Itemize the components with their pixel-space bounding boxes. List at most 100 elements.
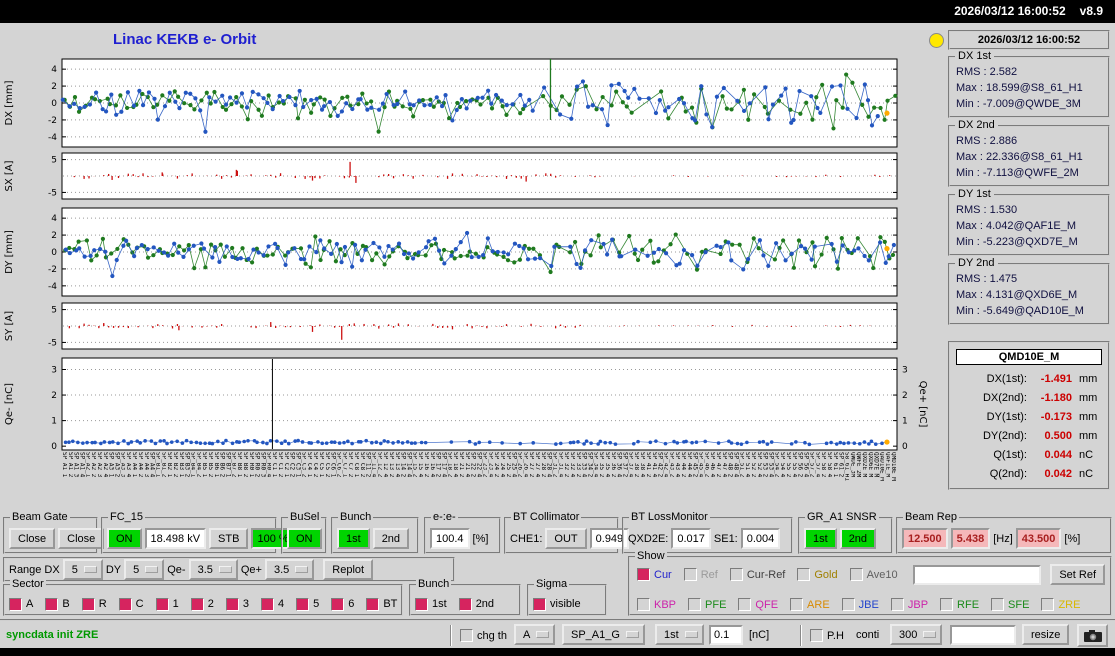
- group-label: GR_A1 SNSR: [805, 511, 879, 523]
- bpm-label: SP_26_2: [517, 452, 523, 478]
- fc15-on-button[interactable]: ON: [107, 528, 142, 549]
- range-dy-select[interactable]: 5: [124, 559, 165, 580]
- checkbox-label: 1st: [432, 598, 447, 610]
- checkbox-jbe[interactable]: JBE: [841, 598, 879, 611]
- checkbox-3[interactable]: 3: [225, 597, 249, 611]
- checkbox-label: Ref: [700, 568, 718, 581]
- ee-ratio-display: 100.4: [430, 528, 470, 549]
- fc15-stb-button[interactable]: STB: [209, 528, 249, 549]
- checkbox-qfe[interactable]: QFE: [738, 598, 778, 611]
- resize-button[interactable]: resize: [1022, 624, 1070, 645]
- checkbox-b[interactable]: B: [45, 597, 70, 611]
- checkbox-ref[interactable]: Ref: [683, 568, 718, 581]
- bpm-label: QXD6E_M: [867, 452, 873, 478]
- range-qem-select[interactable]: 3.5: [188, 559, 238, 580]
- range-dx-select[interactable]: 5: [62, 559, 103, 580]
- snsr-2nd-button[interactable]: 2nd: [839, 528, 877, 549]
- checkbox-2nd[interactable]: 2nd: [458, 597, 494, 611]
- beam-gate-close-button-2[interactable]: Close: [58, 528, 105, 549]
- sector-checkboxes: A B R C 1 2 3 4 5 6 BT: [9, 596, 398, 612]
- che1-out-button[interactable]: OUT: [545, 528, 587, 549]
- checkbox-label: 2: [207, 598, 214, 610]
- bpm-label: SP_44_4: [686, 452, 692, 478]
- checkbox-gold[interactable]: Gold: [797, 568, 838, 581]
- threshold-input[interactable]: [709, 625, 743, 645]
- checkbox-2[interactable]: 2: [190, 597, 214, 611]
- stat-box-title: DX 1st: [955, 50, 995, 62]
- bpm-label: SP_27_4: [534, 452, 540, 478]
- snsr-1st-button[interactable]: 1st: [804, 528, 837, 549]
- beam-gate-close-button-1[interactable]: Close: [9, 528, 56, 549]
- bpm-label: SP_23_4: [488, 452, 494, 478]
- range-dy-label: DY: [105, 563, 122, 576]
- range-qep-select[interactable]: 3.5: [264, 559, 315, 580]
- checkbox-zre[interactable]: ZRE: [1041, 598, 1080, 611]
- bpm-label: SP_B6_2: [219, 452, 225, 478]
- fc15-group: FC_15 ON 18.498 kV STB 100 %: [101, 511, 295, 554]
- bpm-label: SP_15_4: [418, 452, 424, 478]
- checkbox-cur-ref[interactable]: Cur-Ref: [729, 568, 785, 581]
- busel-on-button[interactable]: ON: [287, 528, 322, 549]
- stat-min-line: Min : -5.223@QXD7E_M: [956, 236, 1078, 248]
- checkbox-jbp[interactable]: JBP: [890, 598, 928, 611]
- checkbox-rfe[interactable]: RFE: [940, 598, 979, 611]
- interval-select[interactable]: 300: [890, 624, 943, 645]
- fc15-kv-display: 18.498 kV: [144, 528, 207, 549]
- stat-rms-line: RMS : 2.886: [956, 135, 1018, 147]
- ref-file-input[interactable]: [913, 564, 1042, 585]
- conti-toggle[interactable]: conti: [856, 629, 879, 641]
- checkbox-cur[interactable]: Cur: [637, 568, 672, 581]
- bpm-label: SP_37_2: [622, 452, 628, 478]
- set-ref-button[interactable]: Set Ref: [1050, 564, 1105, 585]
- checkbox-5[interactable]: 5: [296, 597, 319, 611]
- bunch-select[interactable]: 1st: [655, 624, 704, 645]
- checkbox-1st[interactable]: 1st: [415, 597, 447, 611]
- checkbox-label: ZRE: [1058, 598, 1081, 611]
- mode-select[interactable]: A: [514, 624, 556, 645]
- checkbox-a[interactable]: A: [9, 597, 33, 611]
- threshold-unit: [nC]: [749, 629, 770, 641]
- checkbox-6[interactable]: 6: [331, 597, 354, 611]
- checkbox-c[interactable]: C: [118, 597, 144, 611]
- checkbox-visible[interactable]: visible: [533, 597, 581, 611]
- show-group: Show Cur Ref Cur-Ref Gold Ave10 Set Ref KBP P…: [628, 550, 1112, 616]
- checkbox-r[interactable]: R: [81, 597, 107, 611]
- screenshot-camera-button[interactable]: [1077, 624, 1108, 647]
- checkbox-box: [155, 597, 169, 611]
- bpm-label: SP_R0_1: [248, 452, 254, 478]
- checkbox-1[interactable]: 1: [155, 597, 179, 611]
- checkbox-ave10[interactable]: Ave10: [849, 568, 898, 581]
- bpm-label: SP_C3_2: [301, 452, 307, 478]
- source-select[interactable]: SP_A1_G: [562, 624, 645, 645]
- range-group: Range DX 5 DY 5 Qe- 3.5 Qe+ 3.5 Replot: [3, 557, 455, 582]
- bpm-label: SP_28_2: [540, 452, 546, 478]
- bunch-1st-button[interactable]: 1st: [337, 528, 370, 549]
- checkbox-sfe[interactable]: SFE: [991, 598, 1029, 611]
- svg-text:-5: -5: [48, 188, 57, 198]
- page-title: Linac KEKB e- Orbit: [113, 31, 257, 48]
- svg-text:2: 2: [51, 231, 57, 241]
- checkbox-pfe[interactable]: PFE: [688, 598, 726, 611]
- replot-button[interactable]: Replot: [323, 559, 374, 580]
- checkbox-4[interactable]: 4: [260, 597, 284, 611]
- aux-input[interactable]: [950, 625, 1016, 645]
- bpm-label: SP_53_2: [762, 452, 768, 478]
- bunch-group: Bunch 1st 2nd: [331, 511, 419, 554]
- bpm-label: SP_A3_1: [108, 452, 114, 478]
- bunch-2nd-button[interactable]: 2nd: [372, 528, 410, 549]
- se1-label: SE1:: [713, 532, 738, 545]
- bpm-label: SP_12_2: [377, 452, 383, 478]
- checkbox-label: 1: [172, 598, 179, 610]
- dropdown-indicator-icon: [625, 631, 639, 638]
- bpm-label: SP_56_2: [797, 452, 803, 478]
- svg-text:0: 0: [51, 248, 57, 258]
- group-label: Beam Gate: [10, 511, 70, 523]
- checkbox-are[interactable]: ARE: [790, 598, 830, 611]
- checkbox-bt[interactable]: BT: [366, 597, 397, 611]
- checkbox-kbp[interactable]: KBP: [637, 598, 676, 611]
- bpm-label: SP_22_2: [470, 452, 476, 478]
- ph-checkbox[interactable]: P.H: [810, 629, 844, 642]
- chg-th-checkbox[interactable]: chg th: [460, 629, 507, 642]
- bpm-label: SP_24_4: [499, 452, 505, 478]
- bpm-label: SP_A4_4: [149, 452, 155, 478]
